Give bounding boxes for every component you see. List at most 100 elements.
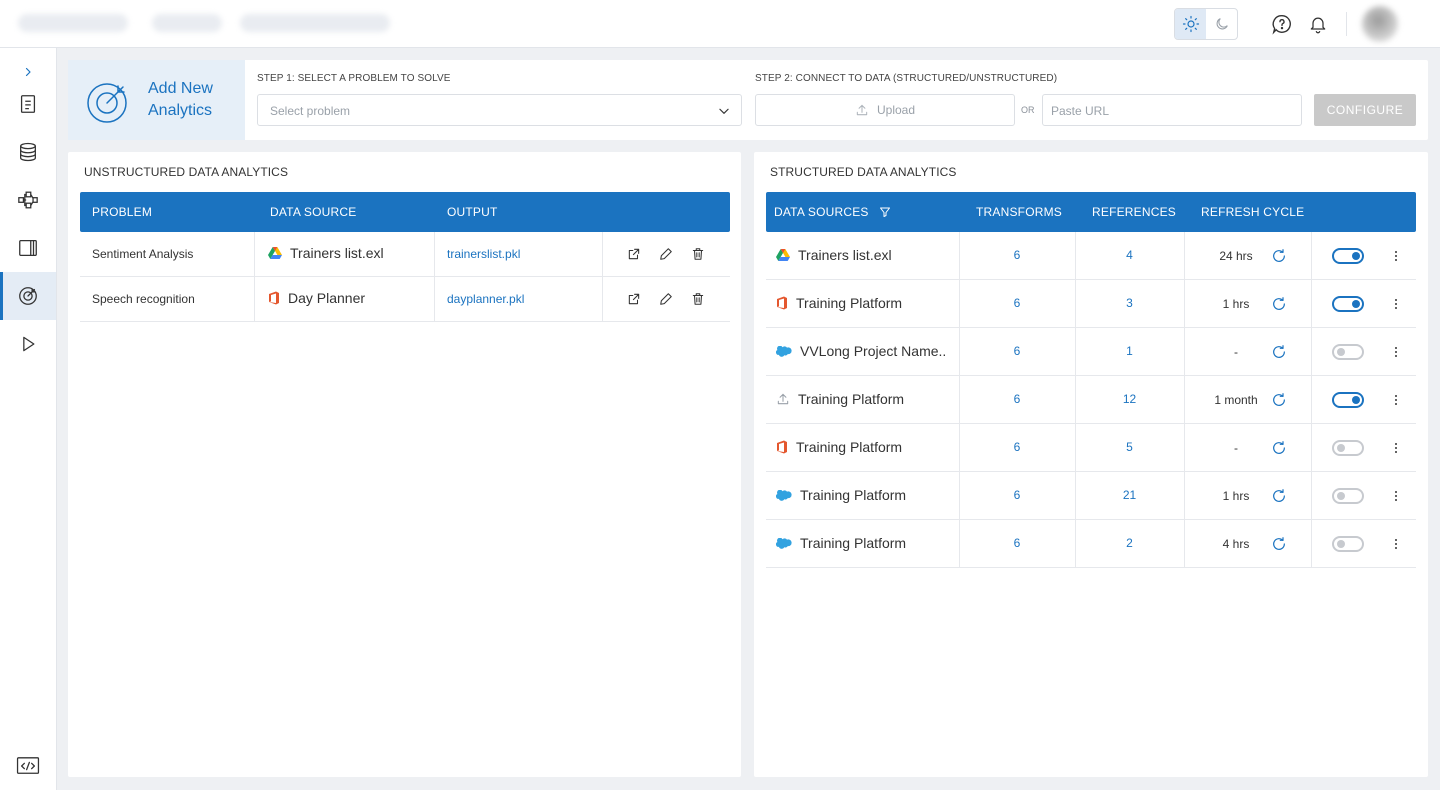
help-icon[interactable] [1270, 12, 1294, 36]
step2-label: STEP 2: CONNECT TO DATA (STRUCTURED/UNST… [755, 73, 1058, 84]
upload-icon [776, 392, 790, 406]
references-count[interactable]: 3 [1075, 296, 1184, 310]
data-source: Training Platform [776, 535, 906, 551]
transforms-count[interactable]: 6 [959, 536, 1075, 550]
sidebar-item-board[interactable] [0, 224, 56, 272]
references-count[interactable]: 5 [1075, 440, 1184, 454]
data-source: Trainers list.exl [776, 247, 892, 263]
enable-toggle[interactable] [1332, 536, 1364, 552]
refresh-icon[interactable] [1271, 536, 1287, 552]
url-input[interactable]: Paste URL [1042, 94, 1302, 126]
more-options-icon[interactable] [1392, 536, 1400, 552]
sidebar-item-database[interactable] [0, 128, 56, 176]
table-row: Trainers list.exl 6 4 24 hrs [766, 232, 1416, 280]
references-count[interactable]: 2 [1075, 536, 1184, 550]
transforms-count[interactable]: 6 [959, 296, 1075, 310]
configure-button[interactable]: CONFIGURE [1314, 94, 1416, 126]
problem-name: Sentiment Analysis [92, 247, 194, 261]
chevron-right-icon [22, 66, 34, 78]
office-icon [268, 291, 280, 305]
references-count[interactable]: 12 [1075, 392, 1184, 406]
header-problem: PROBLEM [92, 205, 153, 219]
office-icon [776, 440, 788, 454]
transforms-count[interactable]: 6 [959, 248, 1075, 262]
delete-icon[interactable] [690, 246, 706, 262]
salesforce-icon [776, 537, 792, 549]
sidebar-item-analytics[interactable] [0, 272, 56, 320]
transforms-count[interactable]: 6 [959, 344, 1075, 358]
open-external-icon[interactable] [626, 291, 642, 307]
dark-mode-button[interactable] [1206, 9, 1237, 39]
step1-label: STEP 1: SELECT A PROBLEM TO SOLVE [257, 73, 451, 84]
data-source-name: Training Platform [800, 487, 907, 503]
more-options-icon[interactable] [1392, 488, 1400, 504]
google-drive-icon [268, 247, 282, 259]
transforms-count[interactable]: 6 [959, 440, 1075, 454]
data-source: Training Platform [776, 391, 904, 407]
enable-toggle[interactable] [1332, 440, 1364, 456]
enable-toggle[interactable] [1332, 488, 1364, 504]
light-mode-button[interactable] [1175, 9, 1206, 39]
data-source: Day Planner [268, 290, 365, 306]
sidebar-item-code[interactable] [0, 742, 56, 790]
enable-toggle[interactable] [1332, 296, 1364, 312]
output-link[interactable]: dayplanner.pkl [447, 292, 524, 306]
delete-icon[interactable] [690, 291, 706, 307]
refresh-icon[interactable] [1271, 440, 1287, 456]
refresh-icon[interactable] [1271, 392, 1287, 408]
output-link[interactable]: trainerslist.pkl [447, 247, 520, 261]
top-bar [0, 0, 1440, 48]
sidebar-item-documents[interactable] [0, 80, 56, 128]
more-options-icon[interactable] [1392, 344, 1400, 360]
sidebar-item-run[interactable] [0, 320, 56, 368]
logo [18, 14, 128, 32]
more-options-icon[interactable] [1392, 296, 1400, 312]
data-source-name: Trainers list.exl [798, 247, 892, 263]
references-count[interactable]: 1 [1075, 344, 1184, 358]
transforms-count[interactable]: 6 [959, 488, 1075, 502]
unstructured-panel: UNSTRUCTURED DATA ANALYTICS PROBLEM DATA… [68, 152, 741, 777]
table-row: Training Platform 6 21 1 hrs [766, 472, 1416, 520]
chevron-down-icon [717, 104, 731, 118]
upload-button[interactable]: Upload [755, 94, 1015, 126]
more-options-icon[interactable] [1392, 392, 1400, 408]
edit-icon[interactable] [658, 291, 674, 307]
sun-icon [1182, 15, 1200, 33]
enable-toggle[interactable] [1332, 344, 1364, 360]
bell-icon[interactable] [1306, 12, 1330, 36]
unstructured-title: UNSTRUCTURED DATA ANALYTICS [84, 165, 289, 179]
header-output: OUTPUT [447, 205, 498, 219]
workspace-selector-blurred[interactable] [240, 14, 390, 32]
filter-icon[interactable] [879, 206, 891, 218]
more-options-icon[interactable] [1392, 248, 1400, 264]
table-row: Training Platform 6 2 4 hrs [766, 520, 1416, 568]
refresh-icon[interactable] [1271, 488, 1287, 504]
refresh-icon[interactable] [1271, 296, 1287, 312]
refresh-icon[interactable] [1271, 248, 1287, 264]
refresh-icon[interactable] [1271, 344, 1287, 360]
table-row: Training Platform 6 12 1 month [766, 376, 1416, 424]
play-icon [18, 334, 38, 354]
structured-table-header: DATA SOURCES TRANSFORMS REFERENCES REFRE… [766, 192, 1416, 232]
open-external-icon[interactable] [626, 246, 642, 262]
nav-menu-blurred[interactable] [152, 14, 222, 32]
references-count[interactable]: 4 [1075, 248, 1184, 262]
data-source-name: Trainers list.exl [290, 245, 384, 261]
data-source-name: VVLong Project Name.. [800, 343, 947, 359]
transforms-count[interactable]: 6 [959, 392, 1075, 406]
table-row: Training Platform 6 3 1 hrs [766, 280, 1416, 328]
or-label: OR [1021, 105, 1035, 115]
header-references: REFERENCES [1092, 205, 1177, 219]
unstructured-table-header: PROBLEM DATA SOURCE OUTPUT [80, 192, 730, 232]
problem-select[interactable]: Select problem [257, 94, 742, 126]
sidebar-item-workflow[interactable] [0, 176, 56, 224]
problem-name: Speech recognition [92, 292, 195, 306]
enable-toggle[interactable] [1332, 248, 1364, 264]
salesforce-icon [776, 489, 792, 501]
avatar[interactable] [1362, 6, 1398, 42]
more-options-icon[interactable] [1392, 440, 1400, 456]
references-count[interactable]: 21 [1075, 488, 1184, 502]
edit-icon[interactable] [658, 246, 674, 262]
data-source-name: Training Platform [796, 295, 903, 311]
enable-toggle[interactable] [1332, 392, 1364, 408]
